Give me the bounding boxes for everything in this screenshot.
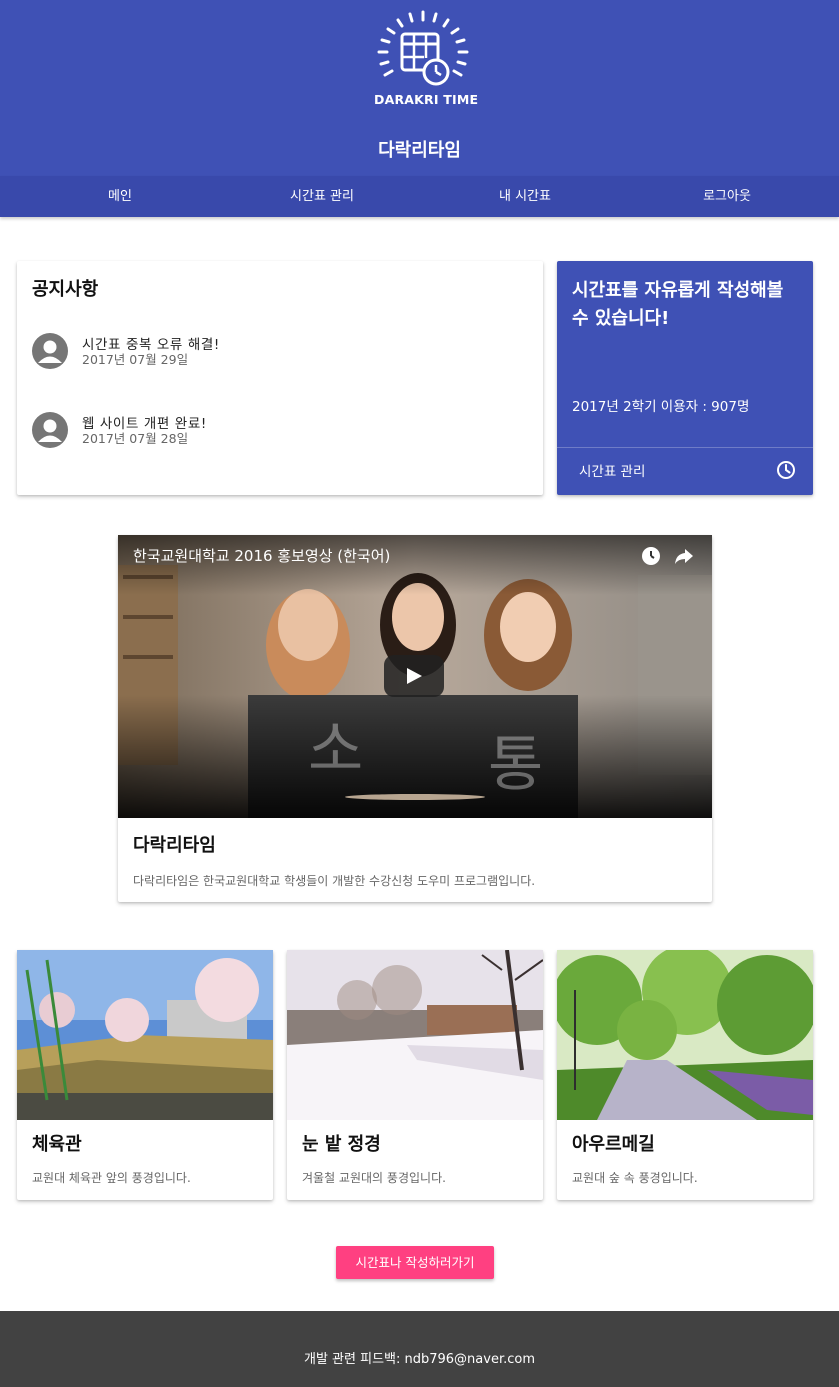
person-icon (38, 419, 62, 442)
gym-image (17, 950, 273, 1120)
site-header: DARAKRI TIME 다락리타임 (0, 0, 839, 176)
timetable-manage-link[interactable]: 시간표 관리 (579, 460, 645, 480)
svg-text:통: 통 (488, 730, 543, 800)
promo-card: 시간표를 자유롭게 작성해볼 수 있습니다! 2017년 2학기 이용자 : 9… (557, 261, 813, 495)
notice-item[interactable]: 시간표 중복 오류 해결! 2017년 07월 29일 (32, 333, 512, 373)
share-icon[interactable] (673, 545, 695, 567)
forest-image (557, 950, 813, 1120)
logo-text: DARAKRI TIME (374, 92, 479, 107)
gym-photo (17, 950, 273, 1120)
avatar (32, 333, 68, 369)
photo-card-snow: 눈 밭 정경 겨울철 교원대의 풍경입니다. (287, 950, 543, 1200)
photo-description: 교원대 숲 속 풍경입니다. (572, 1171, 698, 1185)
snow-image (287, 950, 543, 1120)
notice-date: 2017년 07월 29일 (82, 352, 189, 367)
main-nav: 메인 시간표 관리 내 시간표 로그아웃 (0, 176, 839, 217)
watch-later-icon[interactable] (640, 545, 662, 567)
forest-photo (557, 950, 813, 1120)
user-count: 2017년 2학기 이용자 : 907명 (572, 399, 750, 415)
play-button[interactable] (384, 655, 444, 697)
photo-card-forest: 아우르메길 교원대 숲 속 풍경입니다. (557, 950, 813, 1200)
create-timetable-button[interactable]: 시간표나 작성하러가기 (336, 1246, 494, 1279)
video-player[interactable]: 소 통 한국교원대학교 2016 홍보영상 (한국어) (118, 535, 712, 818)
nav-item-logout[interactable]: 로그아웃 (622, 176, 832, 217)
video-card-description: 다락리타임은 한국교원대학교 학생들이 개발한 수강신청 도우미 프로그램입니다… (133, 874, 536, 888)
photo-card-gym: 체육관 교원대 체육관 앞의 풍경입니다. (17, 950, 273, 1200)
darakri-time-logo[interactable]: DARAKRI TIME (374, 8, 479, 112)
snow-photo (287, 950, 543, 1120)
notice-card: 공지사항 시간표 중복 오류 해결! 2017년 07월 29일 웹 사이트 개… (17, 261, 543, 495)
nav-item-timetable-manage[interactable]: 시간표 관리 (217, 176, 427, 217)
nav-item-my-timetable[interactable]: 내 시간표 (420, 176, 630, 217)
video-card-title: 다락리타임 (133, 835, 216, 856)
nav-item-main[interactable]: 메인 (15, 176, 225, 217)
timetable-logo-icon (377, 10, 469, 86)
notice-title: 공지사항 (32, 279, 99, 300)
feedback-contact: 개발 관련 피드백: ndb796@naver.com (304, 1352, 535, 1367)
video-title[interactable]: 한국교원대학교 2016 홍보영상 (한국어) (133, 545, 390, 566)
promo-title: 시간표를 자유롭게 작성해볼 수 있습니다! (572, 280, 784, 329)
notice-date: 2017년 07월 28일 (82, 431, 189, 446)
photo-description: 겨울철 교원대의 풍경입니다. (302, 1171, 446, 1185)
divider (557, 447, 813, 448)
photo-title: 눈 밭 정경 (302, 1134, 381, 1155)
person-icon (38, 340, 62, 363)
play-icon (407, 668, 422, 684)
notice-item[interactable]: 웹 사이트 개편 완료! 2017년 07월 28일 (32, 412, 512, 452)
photo-title: 아우르메길 (572, 1134, 655, 1155)
video-card: 소 통 한국교원대학교 2016 홍보영상 (한국어) 다락리타임 다락리타임은… (118, 535, 712, 902)
svg-text:소: 소 (308, 715, 363, 785)
photo-title: 체육관 (32, 1134, 82, 1155)
photo-description: 교원대 체육관 앞의 풍경입니다. (32, 1171, 191, 1185)
site-footer: 개발 관련 피드백: ndb796@naver.com (0, 1311, 839, 1387)
clock-icon[interactable] (776, 460, 796, 480)
avatar (32, 412, 68, 448)
site-title: 다락리타임 (378, 140, 461, 161)
